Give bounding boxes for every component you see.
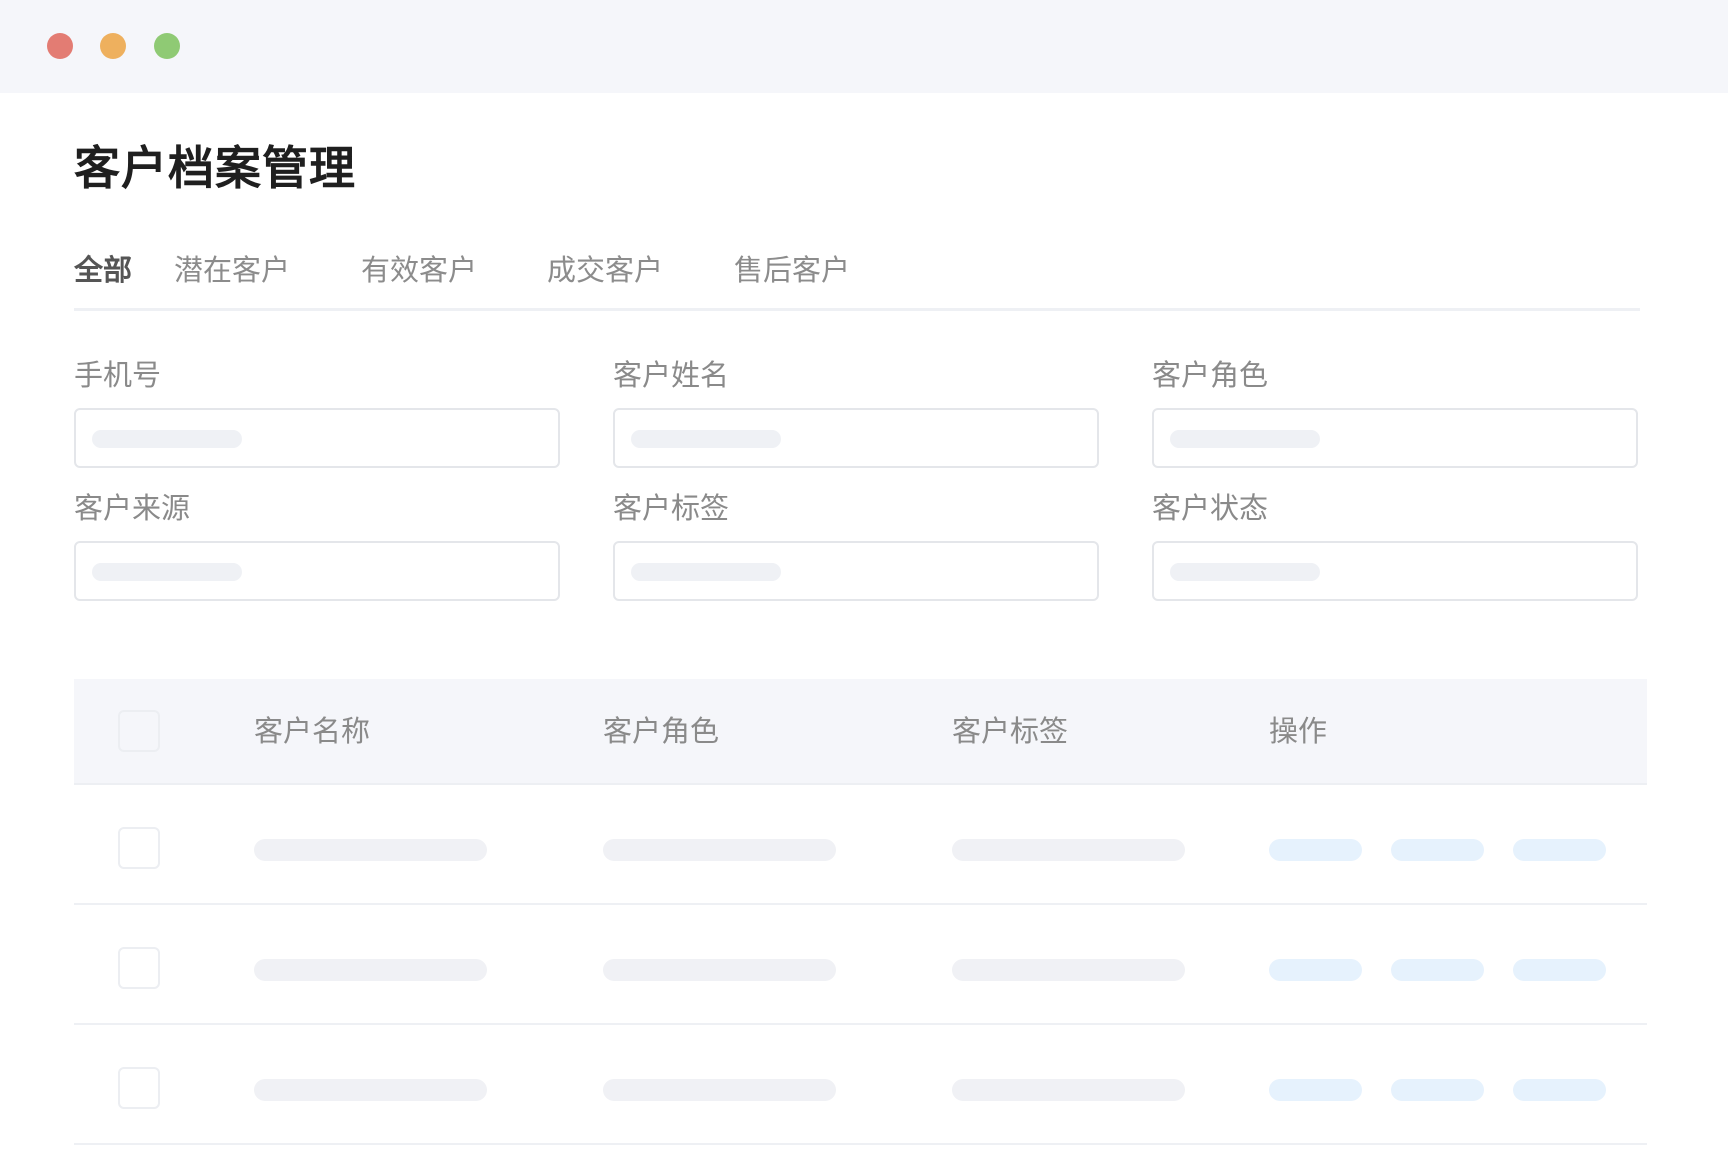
maximize-window-button[interactable] xyxy=(154,33,180,59)
customer-source-input[interactable] xyxy=(74,541,560,601)
customer-status-input[interactable] xyxy=(1152,541,1638,601)
table-row xyxy=(74,905,1647,1025)
customer-table: 客户名称 客户角色 客户标签 操作 xyxy=(74,679,1647,1145)
page-title: 客户档案管理 xyxy=(74,141,356,195)
input-placeholder xyxy=(92,563,242,581)
customer-tag-cell xyxy=(952,1079,1185,1101)
phone-input[interactable] xyxy=(74,408,560,468)
input-placeholder xyxy=(631,563,781,581)
customer-role-input[interactable] xyxy=(1152,408,1638,468)
row-action-link[interactable] xyxy=(1269,1079,1362,1101)
customer-name-cell xyxy=(254,1079,487,1101)
tab-valid-customers[interactable]: 有效客户 xyxy=(361,250,477,290)
table-row xyxy=(74,1025,1647,1145)
column-header-customer-name: 客户名称 xyxy=(254,714,371,748)
input-placeholder xyxy=(92,430,242,448)
customer-tag-cell xyxy=(952,839,1185,861)
row-checkbox[interactable] xyxy=(118,947,160,989)
customer-name-label: 客户姓名 xyxy=(613,358,730,392)
customer-name-cell xyxy=(254,959,487,981)
tab-all[interactable]: 全部 xyxy=(74,250,132,290)
column-header-actions: 操作 xyxy=(1269,714,1328,748)
customer-role-cell xyxy=(603,1079,836,1101)
row-action-link[interactable] xyxy=(1513,959,1606,981)
customer-name-cell xyxy=(254,839,487,861)
table-header: 客户名称 客户角色 客户标签 操作 xyxy=(74,679,1647,785)
row-action-link[interactable] xyxy=(1513,1079,1606,1101)
column-header-customer-role: 客户角色 xyxy=(603,714,720,748)
tab-after-sales-customers[interactable]: 售后客户 xyxy=(734,250,850,290)
customer-tag-label: 客户标签 xyxy=(613,491,730,525)
tab-potential-customers[interactable]: 潜在客户 xyxy=(174,250,290,290)
customer-role-cell xyxy=(603,839,836,861)
row-action-link[interactable] xyxy=(1269,959,1362,981)
row-checkbox[interactable] xyxy=(118,827,160,869)
select-all-checkbox[interactable] xyxy=(118,710,160,752)
row-action-link[interactable] xyxy=(1391,1079,1484,1101)
close-window-button[interactable] xyxy=(47,33,73,59)
row-action-link[interactable] xyxy=(1391,959,1484,981)
phone-label: 手机号 xyxy=(74,358,162,392)
customer-role-label: 客户角色 xyxy=(1152,358,1269,392)
minimize-window-button[interactable] xyxy=(100,33,126,59)
table-row xyxy=(74,785,1647,905)
customer-tag-input[interactable] xyxy=(613,541,1099,601)
customer-name-input[interactable] xyxy=(613,408,1099,468)
window-titlebar xyxy=(0,0,1728,93)
row-action-link[interactable] xyxy=(1513,839,1606,861)
row-action-link[interactable] xyxy=(1269,839,1362,861)
row-checkbox[interactable] xyxy=(118,1067,160,1109)
tab-deal-customers[interactable]: 成交客户 xyxy=(547,250,663,290)
input-placeholder xyxy=(1170,563,1320,581)
input-placeholder xyxy=(631,430,781,448)
customer-source-label: 客户来源 xyxy=(74,491,191,525)
tab-bar: 全部 潜在客户 有效客户 成交客户 售后客户 xyxy=(74,244,1640,311)
row-action-link[interactable] xyxy=(1391,839,1484,861)
column-header-customer-tag: 客户标签 xyxy=(952,714,1069,748)
customer-role-cell xyxy=(603,959,836,981)
input-placeholder xyxy=(1170,430,1320,448)
customer-status-label: 客户状态 xyxy=(1152,491,1269,525)
customer-tag-cell xyxy=(952,959,1185,981)
